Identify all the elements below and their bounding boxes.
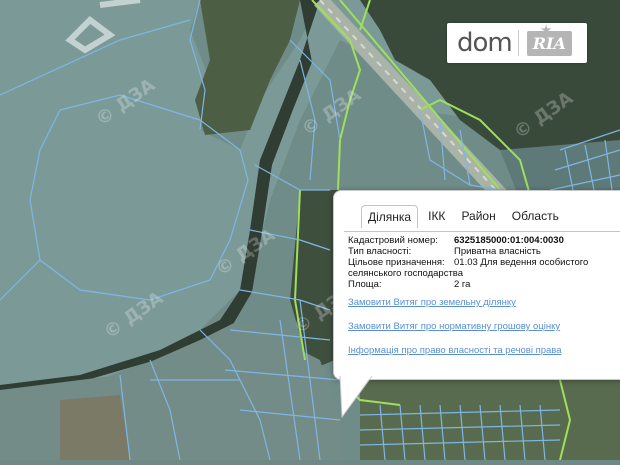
- purpose-label: Цільове призначення:: [348, 257, 445, 268]
- logo-divider: [517, 30, 519, 56]
- tab-divider: [344, 231, 620, 232]
- popup-links: Замовити Витяг про земельну ділянку Замо…: [348, 297, 562, 369]
- tab-ikk[interactable]: ІКК: [422, 205, 451, 227]
- ownership-value: Приватна власність: [454, 246, 541, 257]
- area-row: Площа: 2 га: [348, 279, 618, 290]
- area-value: 2 га: [454, 279, 471, 290]
- cadastral-label: Кадастровий номер:: [348, 235, 438, 246]
- parcel-info-popup: Ділянка ІКК Район Область Кадастровий но…: [333, 190, 620, 380]
- logo-dom-text: dom: [457, 28, 513, 58]
- tab-region[interactable]: Область: [506, 205, 565, 227]
- purpose-row: Цільове призначення: 01.03 Для ведення ос…: [348, 257, 618, 279]
- dom-ria-logo[interactable]: dom ★ RIA: [447, 23, 587, 63]
- order-valuation-extract-link[interactable]: Замовити Витяг про нормативну грошову оц…: [348, 321, 562, 332]
- logo-ria-badge: ★ RIA: [526, 23, 572, 56]
- ownership-info-link[interactable]: Інформація про право власності та речові…: [348, 345, 562, 356]
- tab-parcel[interactable]: Ділянка: [361, 205, 419, 228]
- cadastral-value: 6325185000:01:004:0030: [454, 235, 564, 246]
- ownership-label: Тип власності:: [348, 246, 412, 257]
- cadastral-row: Кадастровий номер: 6325185000:01:004:003…: [348, 235, 618, 246]
- popup-pointer: [339, 375, 373, 419]
- ownership-row: Тип власності: Приватна власність: [348, 246, 618, 257]
- area-label: Площа:: [348, 279, 382, 290]
- tab-district[interactable]: Район: [455, 205, 501, 227]
- popup-tabs: Ділянка ІКК Район Область: [361, 204, 569, 228]
- star-icon: ★: [540, 22, 552, 37]
- order-parcel-extract-link[interactable]: Замовити Витяг про земельну ділянку: [348, 297, 562, 308]
- parcel-details: Кадастровий номер: 6325185000:01:004:003…: [348, 235, 618, 290]
